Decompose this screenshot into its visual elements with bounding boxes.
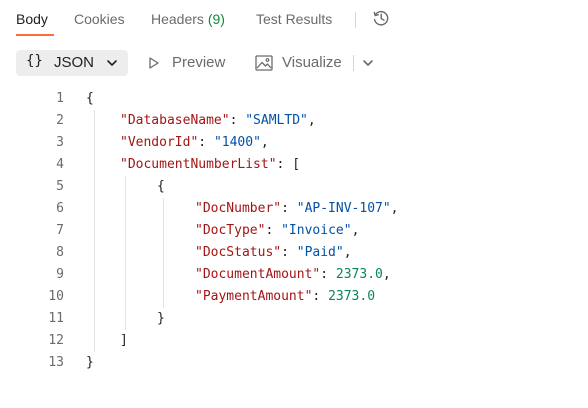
json-string-value: "Invoice" <box>281 223 352 238</box>
json-key: "PaymentAmount" <box>195 289 313 304</box>
json-key: "VendorId" <box>120 135 199 150</box>
code-text: "DocNumber": "AP-INV-107", <box>195 198 399 220</box>
code-line: 8 "DocStatus": "Paid", <box>0 242 588 264</box>
json-colon: : <box>229 113 246 128</box>
line-number: 8 <box>56 245 64 260</box>
code-text: "DatabaseName": "SAMLTD", <box>120 110 316 132</box>
line-number: 2 <box>56 113 64 128</box>
json-key: "DocStatus" <box>195 245 282 260</box>
play-icon <box>149 57 159 69</box>
code-text: "DocumentAmount": 2373.0, <box>195 264 391 286</box>
line-number: 3 <box>56 135 64 150</box>
tab-test-results[interactable]: Test Results <box>256 10 332 28</box>
line-number: 13 <box>48 355 64 370</box>
chevron-down-icon[interactable] <box>362 58 374 68</box>
code-text: { <box>86 91 94 106</box>
json-string-value: "SAMLTD" <box>245 113 308 128</box>
code-text: } <box>86 355 94 370</box>
json-string-value: "Paid" <box>296 245 344 260</box>
code-line: 7 "DocType": "Invoice", <box>0 220 588 242</box>
json-comma: , <box>382 267 391 282</box>
json-comma: , <box>351 223 360 238</box>
json-colon: : <box>276 157 293 172</box>
image-icon <box>255 55 273 71</box>
line-number: 6 <box>56 201 64 216</box>
code-line: 13 } <box>0 352 588 374</box>
json-number-value: 2373.0 <box>328 289 376 304</box>
response-toolbar: {} JSON Preview Visualize <box>0 46 588 80</box>
json-key: "DatabaseName" <box>120 113 230 128</box>
json-comma: , <box>390 201 399 216</box>
code-text: "PaymentAmount": 2373.0 <box>195 286 375 308</box>
json-key: "DocType" <box>195 223 266 238</box>
code-text: "DocumentNumberList": [ <box>120 154 300 176</box>
tab-headers[interactable]: Headers (9) <box>151 10 225 28</box>
code-text: { <box>157 179 165 194</box>
code-text: ] <box>120 333 128 348</box>
code-text: "VendorId": "1400", <box>120 132 269 154</box>
json-colon: : <box>281 245 297 260</box>
line-number: 1 <box>56 91 64 106</box>
code-line: 2 "DatabaseName": "SAMLTD", <box>0 110 588 132</box>
format-label: JSON <box>54 54 95 71</box>
preview-button[interactable]: Preview <box>146 50 232 76</box>
json-colon: : <box>281 201 297 216</box>
code-line: 4 "DocumentNumberList": [ <box>0 154 588 176</box>
json-number-value: 2373.0 <box>335 267 383 282</box>
line-number: 12 <box>48 333 64 348</box>
visualize-button[interactable]: Visualize <box>254 50 348 76</box>
code-line: 5 { <box>0 176 588 198</box>
json-key: "DocNumber" <box>195 201 282 216</box>
response-tabs: Body Cookies Headers (9) Test Results <box>0 0 588 36</box>
code-line: 11 } <box>0 308 588 330</box>
json-open-bracket: [ <box>292 157 301 172</box>
preview-label: Preview <box>172 54 226 71</box>
code-text: "DocStatus": "Paid", <box>195 242 352 264</box>
tab-divider <box>355 12 356 28</box>
tab-body[interactable]: Body <box>16 10 48 28</box>
line-number: 9 <box>56 267 64 282</box>
tab-headers-label: Headers <box>151 11 204 27</box>
json-colon: : <box>320 267 336 282</box>
json-braces-icon: {} <box>26 53 43 69</box>
code-line: 6 "DocNumber": "AP-INV-107", <box>0 198 588 220</box>
code-line: 9 "DocumentAmount": 2373.0, <box>0 264 588 286</box>
code-line: 3 "VendorId": "1400", <box>0 132 588 154</box>
active-tab-indicator <box>16 34 54 36</box>
code-line: 12 ] <box>0 330 588 352</box>
line-number: 10 <box>48 289 64 304</box>
code-line: 1 { <box>0 88 588 110</box>
json-comma: , <box>343 245 352 260</box>
visualize-divider <box>353 55 354 71</box>
json-string-value: "AP-INV-107" <box>296 201 391 216</box>
line-number: 7 <box>56 223 64 238</box>
visualize-label: Visualize <box>282 54 342 71</box>
code-line: 10 "PaymentAmount": 2373.0 <box>0 286 588 308</box>
tab-cookies[interactable]: Cookies <box>74 10 125 28</box>
json-string-value: "1400" <box>213 135 261 150</box>
json-comma: , <box>307 113 316 128</box>
chevron-down-icon <box>107 60 117 66</box>
format-json-dropdown[interactable]: {} JSON <box>16 50 128 76</box>
line-number: 11 <box>48 311 64 326</box>
headers-count-badge: (9) <box>207 11 225 27</box>
json-key: "DocumentAmount" <box>195 267 321 282</box>
json-colon: : <box>265 223 282 238</box>
json-key: "DocumentNumberList" <box>120 157 277 172</box>
code-text: } <box>157 311 165 326</box>
json-response-viewer[interactable]: 1 { 2 "DatabaseName": "SAMLTD", 3 "Vendo… <box>0 88 588 388</box>
json-colon: : <box>312 289 329 304</box>
line-number: 4 <box>56 157 64 172</box>
json-colon: : <box>198 135 214 150</box>
json-comma: , <box>260 135 269 150</box>
history-icon[interactable] <box>371 8 391 28</box>
code-text: "DocType": "Invoice", <box>195 220 359 242</box>
line-number: 5 <box>56 179 64 194</box>
